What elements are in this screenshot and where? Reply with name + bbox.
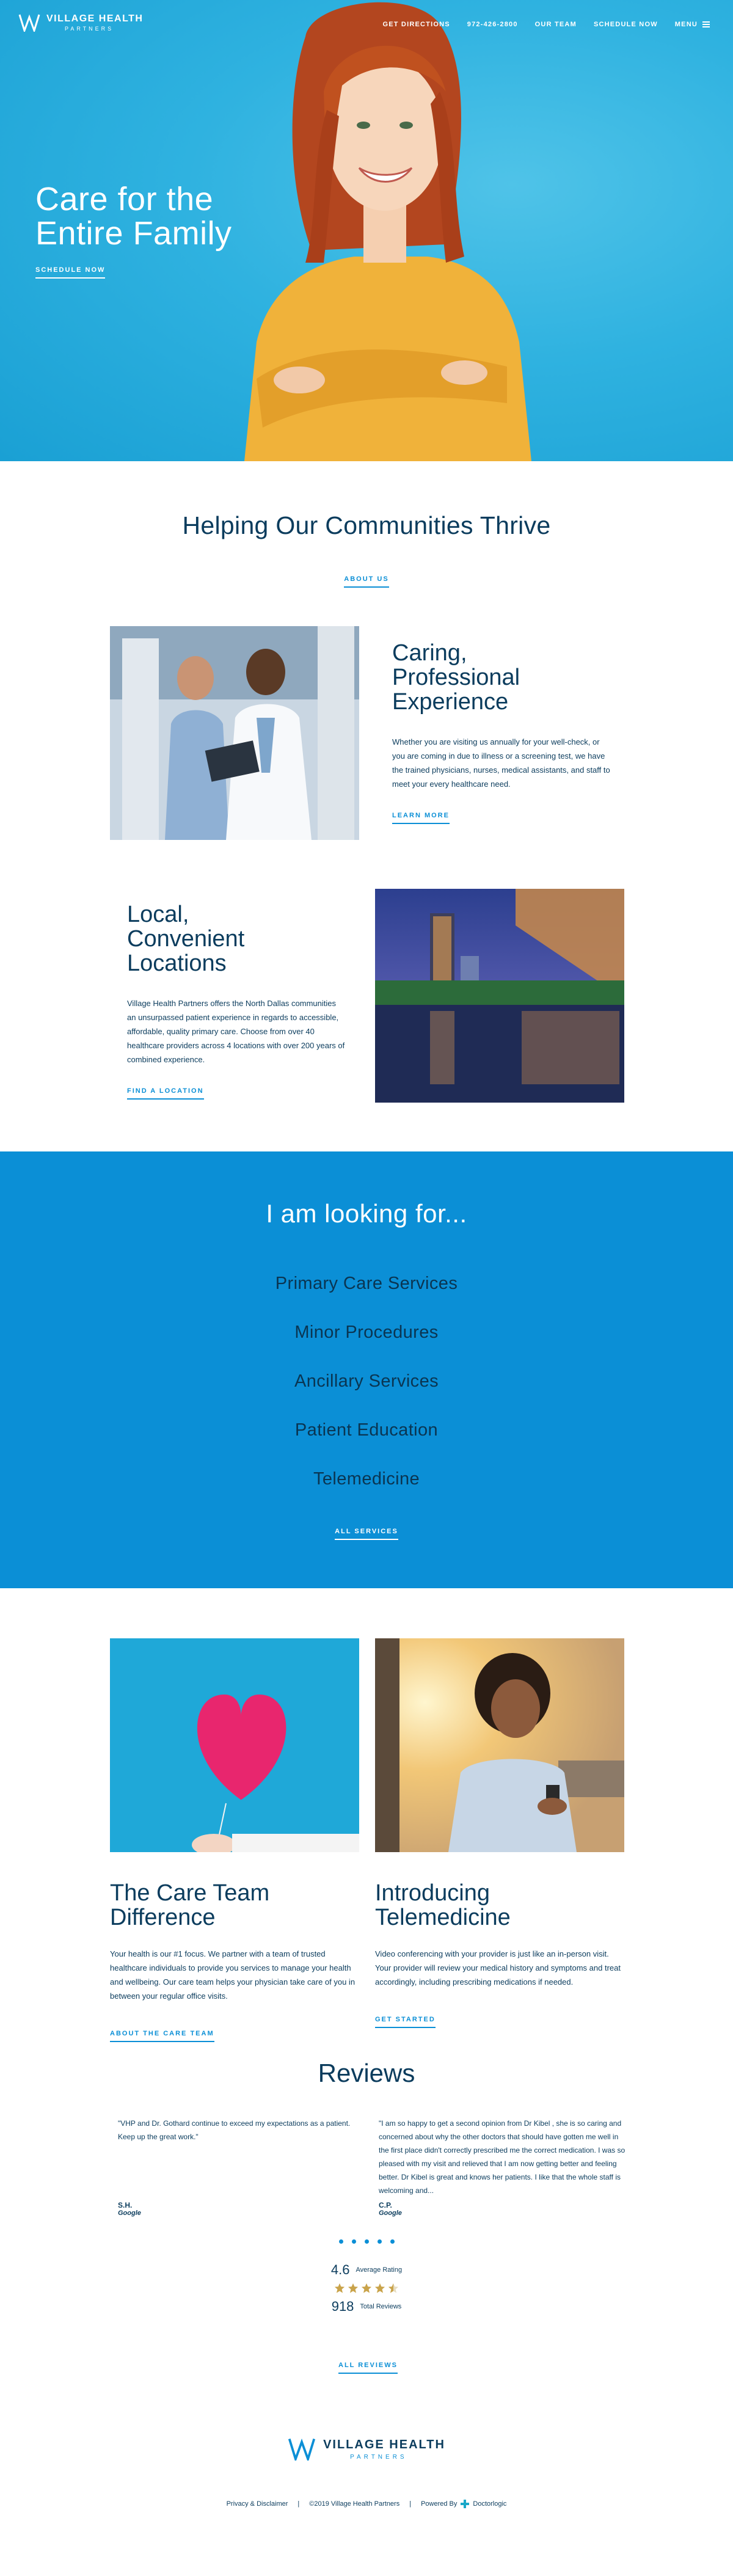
top-navigation: VILLAGE HEALTH PARTNERS GET DIRECTIONS 9… [0,0,733,49]
feature-1-body: Whether you are visiting us annually for… [392,737,610,789]
footer-logo-subname: PARTNERS [350,2453,407,2461]
star-full-icon [348,2283,359,2293]
star-full-icon [374,2283,385,2293]
reviews-heading: Reviews [318,2059,415,2087]
total-reviews-value: 918 [331,2299,354,2314]
about-care-team-link[interactable]: ABOUT THE CARE TEAM [110,2030,214,2042]
footer-logo-name: VILLAGE HEALTH [323,2437,445,2451]
doctorlogic-label: Doctorlogic [473,2500,507,2508]
review-1-source: Google [118,2209,141,2217]
get-started-link[interactable]: GET STARTED [375,2016,436,2028]
star-full-icon [334,2283,345,2293]
telemedicine-card: Introducing Telemedicine Video conferenc… [375,1638,624,2028]
menu-label: MENU [674,21,698,28]
star-full-icon [361,2283,372,2293]
review-2-author: C.P. [379,2201,392,2209]
review-carousel-dots [0,2239,733,2244]
looking-for-section: I am looking for... Primary Care Service… [0,1151,733,1588]
woman-with-phone-image [375,1638,624,1852]
hero-schedule-now-link[interactable]: SCHEDULE NOW [35,266,106,279]
hero-section: VILLAGE HEALTH PARTNERS GET DIRECTIONS 9… [0,0,733,461]
site-footer: VILLAGE HEALTH PARTNERS Privacy & Discla… [0,2413,733,2576]
privacy-disclaimer-link[interactable]: Privacy & Disclaimer [227,2500,288,2508]
hero-portrait-image [244,2,531,461]
service-primary-care[interactable]: Primary Care Services [0,1259,733,1308]
all-reviews-link[interactable]: ALL REVIEWS [338,2362,398,2374]
feature-2-body: Village Health Partners offers the North… [127,999,345,1064]
heart-balloon-image [110,1638,359,1856]
copyright-text: ©2019 Village Health Partners [309,2500,400,2508]
thrive-section: Helping Our Communities Thrive ABOUT US [0,461,733,626]
service-minor-procedures[interactable]: Minor Procedures [0,1308,733,1357]
doctorlogic-cross-icon [461,2500,470,2508]
learn-more-link[interactable]: LEARN MORE [392,812,450,824]
nav-phone[interactable]: 972-426-2800 [467,21,518,28]
about-us-link[interactable]: ABOUT US [344,575,389,588]
services-list: Primary Care Services Minor Procedures A… [0,1259,733,1503]
hero-title-line-2: Entire Family [35,215,232,252]
carousel-dot[interactable] [390,2239,395,2244]
rating-stars [0,2283,733,2294]
nav-get-directions[interactable]: GET DIRECTIONS [382,21,450,28]
footer-logo[interactable]: VILLAGE HEALTH PARTNERS [0,2437,733,2461]
care-team-title: The Care Team Difference [110,1880,270,1930]
nav-links: GET DIRECTIONS 972-426-2800 OUR TEAM SCH… [382,21,710,28]
telemedicine-body: Video conferencing with your provider is… [375,1949,621,1987]
rating-summary: 4.6 Average Rating 918 Total Reviews [0,2262,733,2315]
star-half-icon [388,2283,399,2293]
cards-section: The Care Team Difference Your health is … [0,1588,733,2059]
service-telemedicine[interactable]: Telemedicine [0,1454,733,1503]
hero-title: Care for the Entire Family [35,182,232,250]
hamburger-icon [702,21,710,27]
total-reviews-label: Total Reviews [360,2303,402,2310]
carousel-dot[interactable] [351,2239,356,2244]
review-card-2: "I am so happy to get a second opinion f… [379,2117,629,2217]
powered-by-link[interactable]: Powered By Doctorlogic [421,2500,506,2508]
review-card-1: "VHP and Dr. Gothard continue to exceed … [118,2117,368,2217]
telemedicine-title: Introducing Telemedicine [375,1880,511,1930]
feature-2-text: Local, Convenient Locations Village Heal… [127,902,347,1100]
find-a-location-link[interactable]: FIND A LOCATION [127,1087,204,1100]
feature-professional-experience: Caring, Professional Experience Whether … [0,626,733,889]
review-2-source: Google [379,2209,402,2217]
menu-button[interactable]: MENU [675,21,710,28]
service-patient-education[interactable]: Patient Education [0,1406,733,1454]
dallas-skyline-image [375,889,624,1103]
site-logo[interactable]: VILLAGE HEALTH PARTNERS [18,13,143,32]
review-1-text: "VHP and Dr. Gothard continue to exceed … [118,2119,351,2141]
doctors-image [110,626,359,840]
care-team-body: Your health is our #1 focus. We partner … [110,1949,356,2001]
divider: | [409,2500,412,2508]
footer-links: Privacy & Disclaimer | ©2019 Village Hea… [0,2500,733,2508]
logo-name: VILLAGE HEALTH [46,13,144,24]
looking-for-heading: I am looking for... [266,1199,467,1228]
carousel-dot[interactable] [338,2239,343,2244]
thrive-heading: Helping Our Communities Thrive [182,511,551,539]
nav-our-team[interactable]: OUR TEAM [535,21,577,28]
reviews-section: Reviews "VHP and Dr. Gothard continue to… [0,2059,733,2413]
average-rating-value: 4.6 [330,2262,350,2277]
average-rating-label: Average Rating [356,2266,403,2274]
carousel-dot[interactable] [377,2239,382,2244]
feature-2-title: Local, Convenient Locations [127,902,245,976]
divider: | [297,2500,300,2508]
review-1-author: S.H. [118,2201,133,2209]
feature-convenient-locations: Local, Convenient Locations Village Heal… [0,889,733,1151]
care-team-card: The Care Team Difference Your health is … [110,1638,359,2042]
service-ancillary[interactable]: Ancillary Services [0,1357,733,1406]
feature-1-text: Caring, Professional Experience Whether … [392,641,612,824]
logo-subname: PARTNERS [65,26,114,32]
carousel-dot[interactable] [364,2239,369,2244]
all-services-link[interactable]: ALL SERVICES [335,1528,398,1540]
hero-title-line-1: Care for the [35,181,214,217]
powered-by-label: Powered By [421,2500,458,2508]
village-health-logo-icon [18,14,40,32]
review-2-text: "I am so happy to get a second opinion f… [379,2119,625,2195]
village-health-logo-icon [288,2438,316,2461]
feature-1-title: Caring, Professional Experience [392,640,520,715]
nav-schedule-now[interactable]: SCHEDULE NOW [594,21,658,28]
